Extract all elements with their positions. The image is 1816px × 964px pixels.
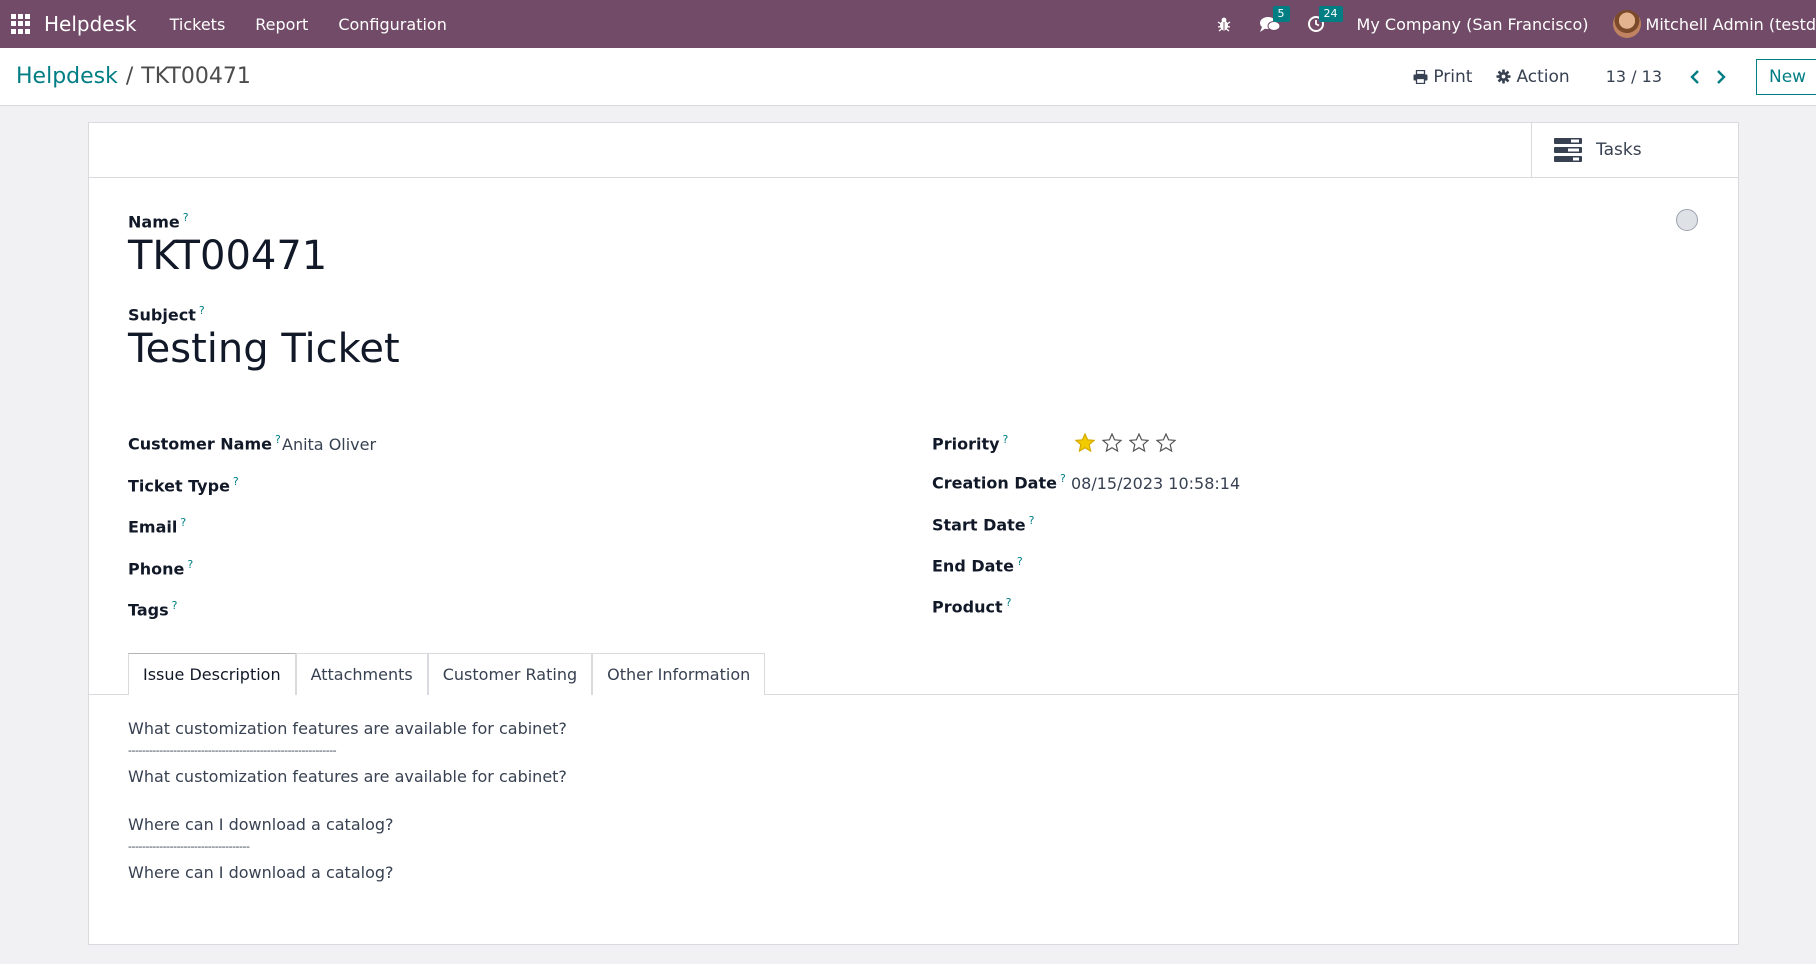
user-menu[interactable]: Mitchell Admin (testd — [1646, 15, 1816, 34]
name-field[interactable]: TKT00471 — [128, 233, 327, 279]
activity-badge: 24 — [1318, 6, 1343, 22]
breadcrumb-current: TKT00471 — [141, 64, 251, 89]
description-line: What customization features are availabl… — [128, 719, 567, 738]
menu-tickets[interactable]: Tickets — [170, 15, 226, 34]
description-line: What customization features are availabl… — [128, 767, 567, 786]
issue-description-content[interactable]: What customization features are availabl… — [128, 717, 567, 885]
tab-customer-rating[interactable]: Customer Rating — [427, 653, 593, 695]
apps-grid-icon[interactable] — [11, 14, 31, 34]
company-switcher[interactable]: My Company (San Francisco) — [1357, 15, 1589, 34]
subject-field[interactable]: Testing Ticket — [128, 326, 400, 372]
app-brand[interactable]: Helpdesk — [44, 12, 137, 36]
breadcrumb: Helpdesk / TKT00471 — [16, 64, 251, 89]
end-date-field[interactable] — [1071, 555, 1671, 577]
notebook-tabs: Issue Description Attachments Customer R… — [128, 653, 766, 695]
end-date-label: End Date? — [932, 555, 1023, 576]
print-button[interactable]: Print — [1413, 67, 1472, 87]
priority-label: Priority? — [932, 433, 1009, 454]
pager-value[interactable]: 13 / 13 — [1606, 67, 1662, 86]
bug-icon[interactable] — [1213, 13, 1235, 35]
messages-icon[interactable]: 5 — [1259, 6, 1290, 35]
product-field[interactable] — [1071, 596, 1671, 618]
name-label: Name? — [128, 211, 189, 232]
description-blank-line — [128, 789, 567, 813]
creation-date-label: Creation Date? — [932, 472, 1066, 493]
new-button[interactable]: New — [1756, 58, 1816, 95]
printer-icon — [1413, 69, 1428, 84]
creation-date-field[interactable]: 08/15/2023 10:58:14 — [1071, 474, 1240, 493]
messages-badge: 5 — [1272, 6, 1290, 22]
pager-next-icon[interactable] — [1708, 69, 1734, 84]
tab-other-information[interactable]: Other Information — [592, 653, 766, 695]
customer-name-field[interactable]: Anita Oliver — [282, 435, 376, 454]
ticket-type-field[interactable] — [282, 475, 882, 497]
breadcrumb-separator: / — [125, 64, 134, 89]
gear-icon — [1496, 69, 1511, 84]
kanban-state-indicator[interactable] — [1676, 209, 1698, 231]
tasks-smart-button[interactable]: Tasks — [1531, 123, 1738, 177]
tags-label: Tags? — [128, 599, 178, 620]
phone-label: Phone? — [128, 558, 194, 579]
top-navbar: Helpdesk Tickets Report Configuration 5 … — [0, 0, 1816, 48]
phone-field[interactable] — [282, 558, 882, 580]
product-label: Product? — [932, 596, 1012, 617]
star-empty-icon[interactable] — [1098, 431, 1125, 455]
star-empty-icon[interactable] — [1125, 431, 1152, 455]
action-button[interactable]: Action — [1496, 66, 1570, 87]
description-separator: ----------------------------------------… — [128, 744, 337, 757]
ticket-type-label: Ticket Type? — [128, 475, 239, 496]
tab-attachments[interactable]: Attachments — [295, 653, 428, 695]
start-date-label: Start Date? — [932, 514, 1035, 535]
menu-report[interactable]: Report — [255, 15, 308, 34]
email-label: Email? — [128, 516, 187, 537]
description-line: Where can I download a catalog? — [128, 863, 394, 882]
breadcrumb-helpdesk[interactable]: Helpdesk — [16, 64, 118, 89]
customer-name-label: Customer Name? — [128, 433, 281, 454]
control-panel: Helpdesk / TKT00471 Print Action 13 / 13… — [0, 48, 1816, 106]
user-avatar[interactable] — [1612, 10, 1641, 38]
tasks-label: Tasks — [1596, 140, 1642, 160]
tags-field[interactable] — [282, 599, 882, 621]
description-line: Where can I download a catalog? — [128, 815, 394, 834]
star-filled-icon[interactable] — [1071, 431, 1098, 455]
tab-issue-description[interactable]: Issue Description — [128, 653, 296, 695]
description-separator: ----------------------------------- — [128, 840, 250, 853]
action-label: Action — [1516, 66, 1570, 87]
activity-clock-icon[interactable]: 24 — [1305, 6, 1343, 35]
pager-previous-icon[interactable] — [1682, 69, 1708, 84]
subject-label: Subject? — [128, 304, 205, 325]
start-date-field[interactable] — [1071, 514, 1671, 536]
email-field[interactable] — [282, 516, 882, 538]
print-label: Print — [1433, 66, 1473, 87]
form-sheet: Tasks Name? TKT00471 Subject? Testing Ti… — [88, 122, 1739, 945]
button-box: Tasks — [89, 123, 1738, 178]
menu-configuration[interactable]: Configuration — [338, 15, 447, 34]
priority-stars[interactable] — [1071, 431, 1179, 455]
star-empty-icon[interactable] — [1152, 431, 1179, 455]
tasks-icon — [1554, 138, 1582, 162]
